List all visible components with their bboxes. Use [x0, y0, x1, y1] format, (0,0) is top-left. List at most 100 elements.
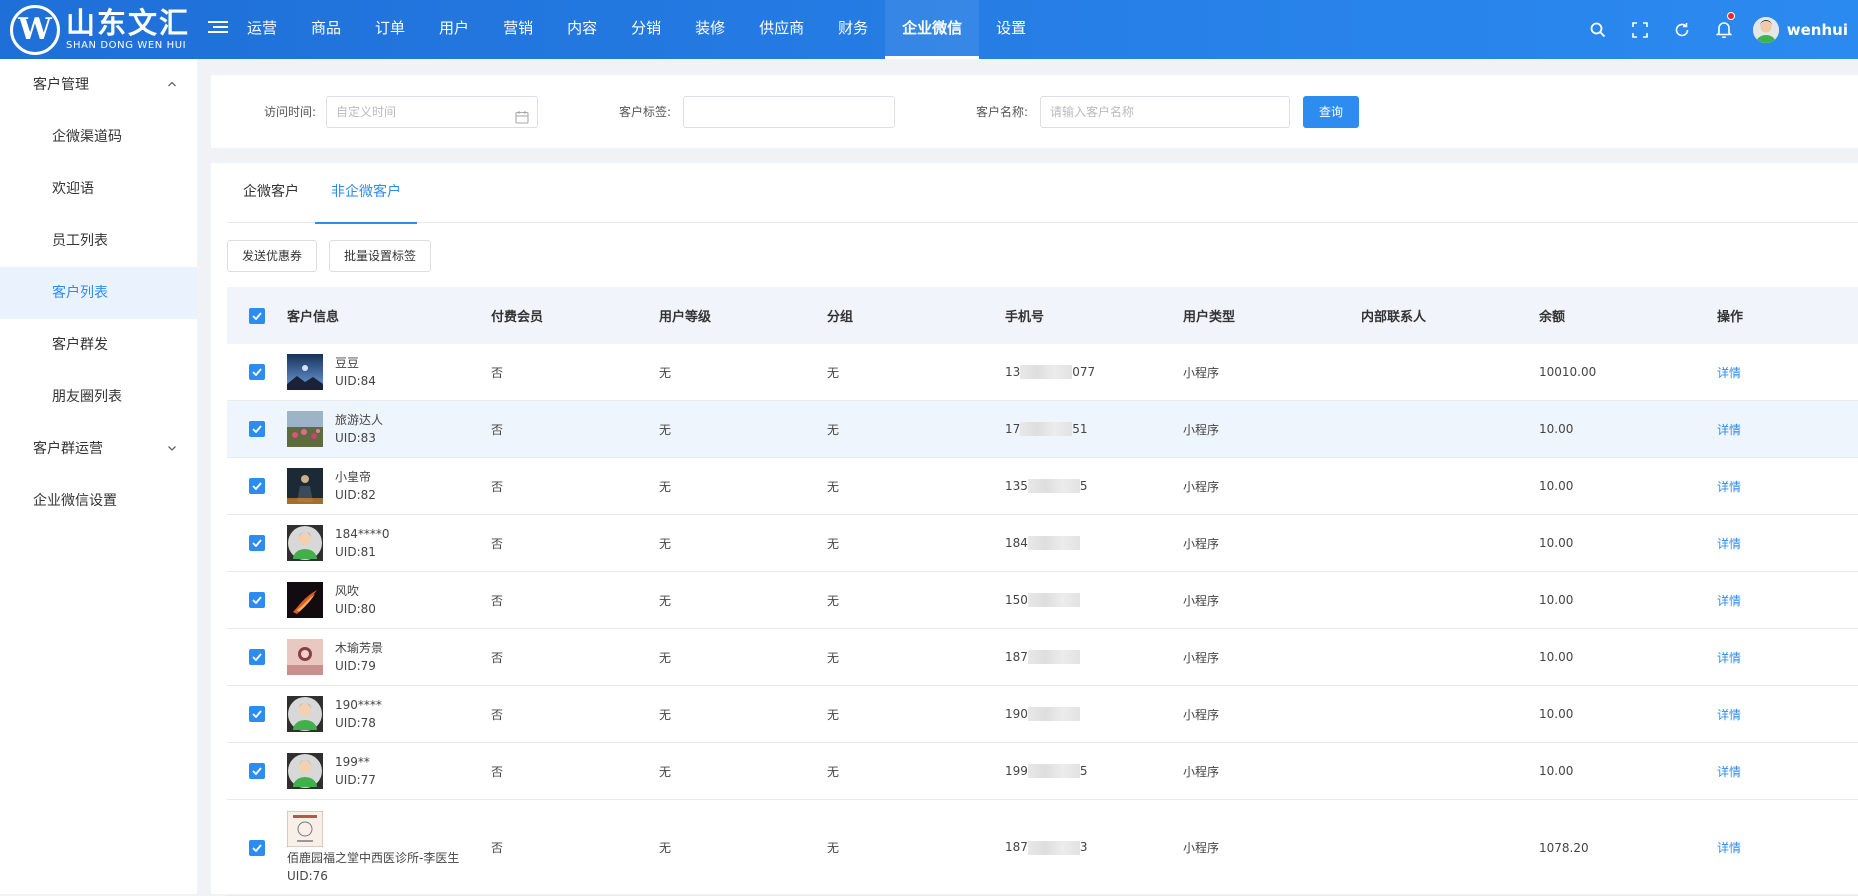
- row-checkbox[interactable]: [249, 478, 265, 494]
- nav-item-5[interactable]: 内容: [550, 0, 614, 59]
- table-row[interactable]: 199** UID:77 否无无 199 5 小程序 10.00 详情: [227, 743, 1858, 800]
- customer-uid: UID:84: [335, 374, 376, 388]
- customer-name: 190****: [335, 698, 382, 712]
- customer-name-input[interactable]: 请输入客户名称: [1040, 96, 1290, 128]
- notification-bell-icon[interactable]: [1703, 0, 1745, 59]
- sidebar-group-customer-management[interactable]: 客户管理: [0, 59, 197, 111]
- visit-time-picker[interactable]: 自定义时间: [326, 96, 538, 128]
- refresh-icon[interactable]: [1661, 0, 1703, 59]
- customer-avatar: [287, 696, 323, 732]
- detail-link[interactable]: 详情: [1717, 537, 1741, 551]
- row-checkbox[interactable]: [249, 706, 265, 722]
- phone-suffix: 077: [1072, 364, 1096, 379]
- phone-prefix: 187: [1005, 649, 1028, 664]
- user-type-cell: 小程序: [1183, 707, 1220, 722]
- nav-item-9[interactable]: 财务: [821, 0, 885, 59]
- sidebar-item-0[interactable]: 企微渠道码: [0, 111, 197, 163]
- table-row[interactable]: 风吹 UID:80 否 无 无 150 小程序 10.00 详情: [227, 572, 1858, 629]
- phone-cell: 184: [999, 536, 1177, 551]
- phone-prefix: 190: [1005, 706, 1028, 721]
- row-checkbox[interactable]: [249, 592, 265, 608]
- balance-cell: 10.00: [1539, 707, 1574, 721]
- top-bar: W 山东文汇 SHAN DONG WEN HUI 运营 商品 订单 用户 营销 内容 分销装…: [0, 0, 1858, 59]
- table-header: 客户信息 付费会员 用户等级 分组 手机号 用户类型 内部联系人 余额 操作: [227, 287, 1858, 344]
- nav-item-8[interactable]: 供应商: [742, 0, 821, 59]
- phone-prefix: 135: [1005, 478, 1028, 493]
- detail-link[interactable]: 详情: [1717, 594, 1741, 608]
- phone-cell: 17 51: [999, 422, 1177, 437]
- nav-item-7[interactable]: 装修: [678, 0, 742, 59]
- customer-info-cell: 小皇帝 UID:82: [287, 468, 485, 504]
- sidebar-item-2[interactable]: 员工列表: [0, 215, 197, 267]
- detail-link[interactable]: 详情: [1717, 480, 1741, 494]
- nav-item-4[interactable]: 营销: [486, 0, 550, 59]
- group-cell: 无: [827, 650, 840, 665]
- nav-item-0[interactable]: 运营: [230, 0, 294, 59]
- row-checkbox[interactable]: [249, 535, 265, 551]
- nav-item-11[interactable]: 设置: [979, 0, 1043, 59]
- query-button[interactable]: 查询: [1303, 96, 1359, 128]
- paid-member-cell: 否: [491, 593, 504, 608]
- row-checkbox[interactable]: [249, 421, 265, 437]
- detail-link[interactable]: 详情: [1717, 841, 1741, 855]
- tab-1[interactable]: 非企微客户: [315, 163, 417, 224]
- user-type-cell: 小程序: [1183, 593, 1220, 608]
- detail-link[interactable]: 详情: [1717, 651, 1741, 665]
- column-header-2: 用户等级: [659, 310, 712, 325]
- sidebar-group-wecom-settings[interactable]: 企业微信设置: [0, 475, 197, 527]
- customer-avatar: [287, 810, 323, 847]
- sidebar-item-3[interactable]: 客户列表: [0, 267, 197, 319]
- nav-item-10[interactable]: 企业微信: [885, 0, 980, 59]
- menu-collapse-icon[interactable]: [208, 18, 228, 38]
- phone-cell: 150: [999, 593, 1177, 608]
- customer-uid: UID:80: [335, 602, 376, 616]
- detail-link[interactable]: 详情: [1717, 708, 1741, 722]
- balance-cell: 10.00: [1539, 764, 1574, 778]
- table-row[interactable]: 佰鹿园福之堂中西医诊所-李医生 UID:76 否无无 187 3 小程序 1078.20 详情: [227, 800, 1858, 896]
- phone-redaction: [1027, 593, 1080, 608]
- phone-prefix: 187: [1005, 840, 1028, 855]
- nav-item-6[interactable]: 分销: [614, 0, 678, 59]
- sidebar-item-5[interactable]: 朋友圈列表: [0, 371, 197, 423]
- nav-item-1[interactable]: 商品: [294, 0, 358, 59]
- brand-logo[interactable]: W 山东文汇 SHAN DONG WEN HUI: [10, 4, 190, 55]
- table-row[interactable]: 小皇帝 UID:82 否 无 无 135 5 小程序 10.00 详情: [227, 458, 1858, 515]
- batch-set-tag-button[interactable]: 批量设置标签: [329, 240, 432, 272]
- customer-name: 199**: [335, 755, 370, 769]
- customer-tag-select[interactable]: [683, 96, 895, 128]
- group-cell: 无: [827, 841, 840, 855]
- phone-redaction: [1020, 365, 1073, 380]
- customer-info-cell: 旅游达人 UID:83: [287, 411, 485, 447]
- balance-cell: 10.00: [1539, 593, 1574, 607]
- table-row[interactable]: 豆豆 UID:84 否 无 无 13 077 小程序 10010.00 详情: [227, 344, 1858, 401]
- logo-mark: W: [10, 4, 60, 55]
- sidebar-item-4[interactable]: 客户群发: [0, 319, 197, 371]
- customer-info-cell: 佰鹿园福之堂中西医诊所-李医生 UID:76: [287, 810, 485, 885]
- phone-prefix: 13: [1005, 364, 1021, 379]
- phone-redaction: [1027, 650, 1080, 665]
- row-checkbox[interactable]: [249, 839, 265, 856]
- nav-item-3[interactable]: 用户: [422, 0, 486, 59]
- send-coupon-button[interactable]: 发送优惠券: [227, 240, 318, 272]
- detail-link[interactable]: 详情: [1717, 765, 1741, 779]
- row-checkbox[interactable]: [249, 649, 265, 665]
- column-header-4: 手机号: [1005, 310, 1045, 325]
- select-all-checkbox[interactable]: [249, 307, 265, 324]
- sidebar-item-1[interactable]: 欢迎语: [0, 163, 197, 215]
- table-row[interactable]: 184****0 UID:81 否 无 无 184 小程序 10.00 详情: [227, 515, 1858, 572]
- row-checkbox[interactable]: [249, 364, 265, 380]
- nav-item-2[interactable]: 订单: [358, 0, 422, 59]
- sidebar-group-customer-group-ops[interactable]: 客户群运营: [0, 423, 197, 475]
- user-menu[interactable]: wenhui: [1752, 16, 1848, 43]
- detail-link[interactable]: 详情: [1717, 366, 1741, 380]
- chevron-down-icon: [167, 423, 177, 475]
- table-row[interactable]: 旅游达人 UID:83 否无无 17 51 小程序 10.00 详情: [227, 401, 1858, 458]
- search-icon[interactable]: [1577, 0, 1619, 59]
- table-row[interactable]: 190**** UID:78 否 无 无 190 小程序 10.00 详情: [227, 686, 1858, 743]
- column-header-1: 付费会员: [491, 310, 544, 325]
- tab-0[interactable]: 企微客户: [227, 163, 315, 223]
- fullscreen-icon[interactable]: [1619, 0, 1661, 59]
- row-checkbox[interactable]: [249, 763, 265, 779]
- table-row[interactable]: 木瑜芳景 UID:79 否 无 无 187 小程序 10.00 详情: [227, 629, 1858, 686]
- detail-link[interactable]: 详情: [1717, 423, 1741, 437]
